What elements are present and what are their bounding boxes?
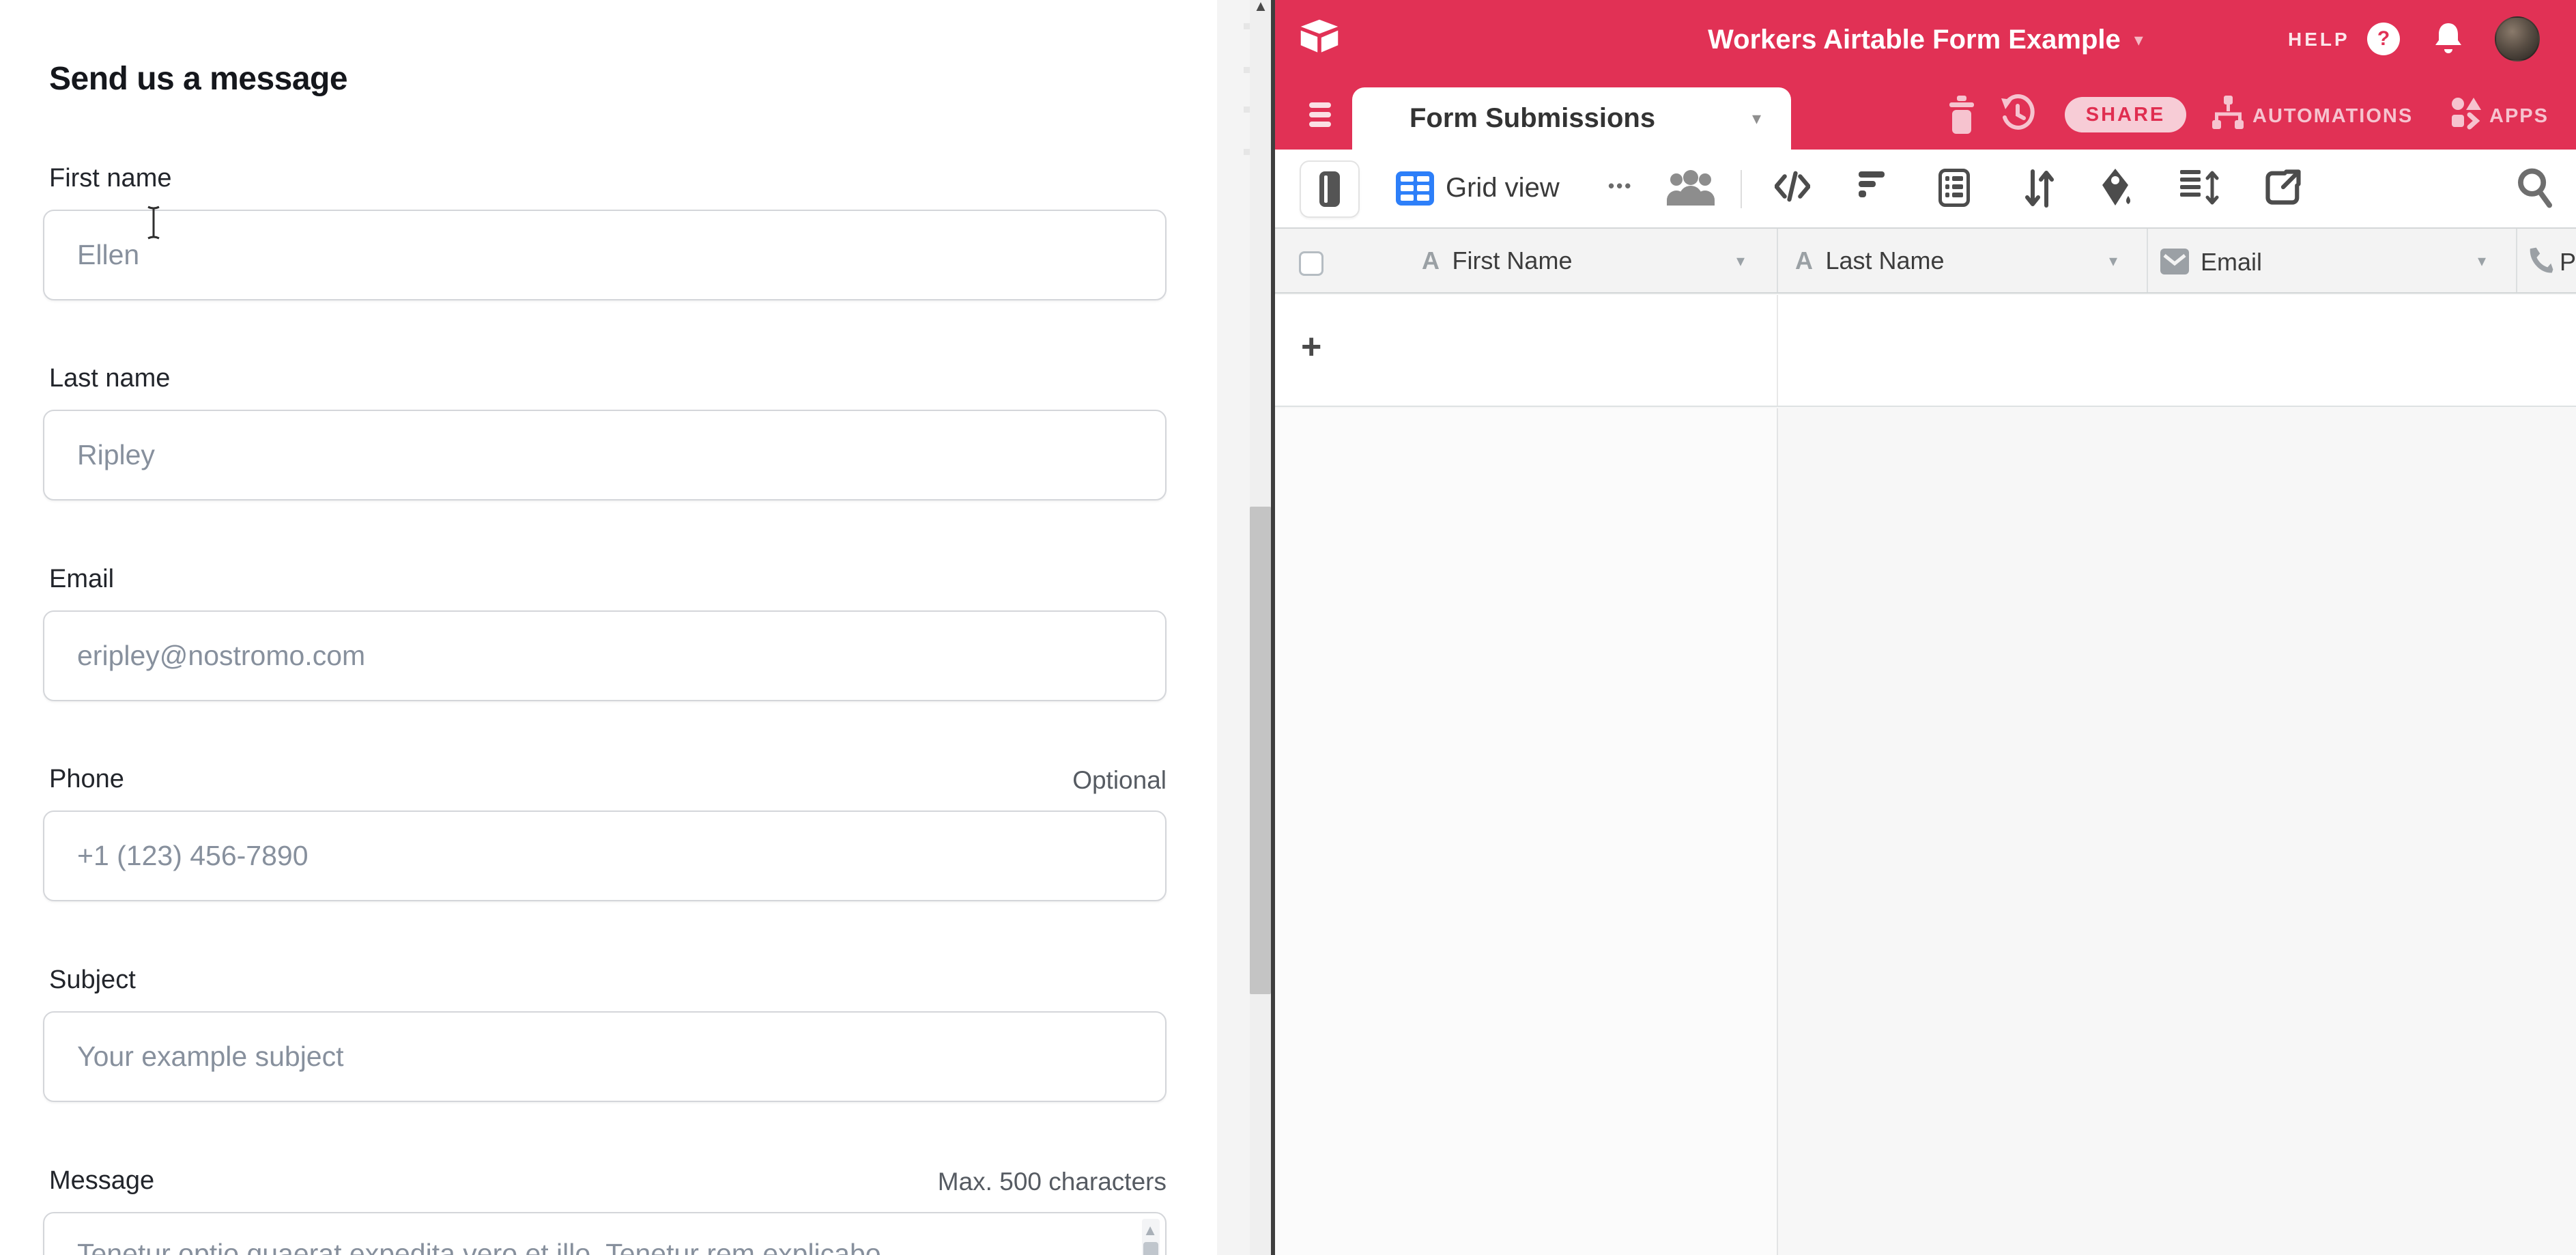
first-name-label: First name	[49, 164, 171, 193]
message-label: Message	[49, 1166, 154, 1196]
grid-header-row: A First Name ▾ A Last Name ▾ Email ▾ P	[1275, 227, 2576, 294]
airtable-logo-icon[interactable]	[1298, 16, 1341, 59]
chevron-down-icon[interactable]: ▾	[1736, 251, 1745, 271]
add-record-row[interactable]: +	[1275, 295, 2576, 407]
message-text: Tenetur optio quaerat expedita vero et i…	[77, 1234, 1101, 1255]
automations-button[interactable]: AUTOMATIONS	[2252, 105, 2413, 128]
chevron-down-icon: ▾	[1752, 108, 1761, 129]
help-question-icon[interactable]: ?	[2367, 23, 2400, 55]
add-record-plus-icon[interactable]: +	[1301, 329, 1321, 365]
column-divider[interactable]	[1777, 229, 1778, 292]
trash-icon[interactable]	[1947, 96, 1977, 134]
filter-icon[interactable]	[1859, 171, 1885, 201]
phone-optional-hint: Optional	[1072, 766, 1167, 795]
share-view-icon[interactable]	[2265, 169, 2302, 206]
first-name-input[interactable]	[43, 210, 1167, 300]
chevron-down-icon[interactable]: ▾	[2109, 251, 2117, 271]
last-name-label: Last name	[49, 364, 170, 393]
email-label: Email	[49, 565, 114, 594]
column-divider[interactable]	[2147, 229, 2148, 292]
ibeam-cursor-icon	[145, 205, 162, 240]
splitter-handle-dot	[1244, 107, 1250, 113]
airtable-topbar: Workers Airtable Form Example ▾ HELP ?	[1275, 0, 2576, 81]
sort-icon[interactable]	[2023, 169, 2056, 208]
chevron-down-icon[interactable]: ▾	[2478, 251, 2486, 271]
airtable-tab-row: Form Submissions ▾ SHARE	[1275, 81, 2576, 150]
tab-form-submissions[interactable]: Form Submissions ▾	[1352, 87, 1791, 150]
group-icon[interactable]	[1938, 169, 1970, 207]
notifications-bell-icon[interactable]	[2433, 22, 2463, 56]
phone-field[interactable]	[43, 810, 1167, 901]
text-field-type-icon: A	[1422, 246, 1440, 274]
history-icon[interactable]	[2000, 94, 2035, 134]
grid-empty-frozen-area	[1275, 408, 1777, 1255]
view-options-dots-icon[interactable]: •••	[1608, 175, 1633, 197]
scrollbar-up-arrow-icon[interactable]: ▲	[1253, 0, 1268, 15]
user-avatar[interactable]	[2495, 16, 2540, 61]
help-button[interactable]: HELP	[2288, 29, 2350, 51]
select-all-checkbox[interactable]	[1299, 251, 1323, 276]
base-title: Workers Airtable Form Example	[1708, 25, 2121, 55]
table-tab-label: Form Submissions	[1409, 103, 1655, 134]
email-field-type-icon	[2160, 249, 2189, 274]
page-title: Send us a message	[49, 60, 347, 98]
airtable-panel: Workers Airtable Form Example ▾ HELP ? F…	[1275, 0, 2576, 1255]
color-fill-icon[interactable]	[2101, 169, 2132, 208]
frozen-column-divider	[1777, 408, 1778, 1255]
column-header-first-name[interactable]: A First Name	[1422, 246, 1572, 275]
sidebar-panel-icon	[1319, 171, 1340, 207]
subject-label: Subject	[49, 965, 136, 995]
subject-field[interactable]	[43, 1011, 1167, 1102]
left-panel-scroll-thumb[interactable]	[1250, 507, 1271, 994]
row-height-icon[interactable]	[2180, 170, 2220, 206]
phone-label: Phone	[49, 765, 124, 794]
hamburger-menu-icon[interactable]	[1309, 102, 1331, 131]
share-label: SHARE	[2086, 104, 2166, 126]
share-button[interactable]: SHARE	[2065, 97, 2186, 132]
apps-icon[interactable]	[2451, 97, 2482, 130]
splitter-handle-dot	[1244, 149, 1250, 155]
chevron-down-icon: ▾	[2134, 29, 2143, 51]
grid-empty-area	[1275, 408, 2576, 1255]
toggle-sidebar-button[interactable]	[1300, 160, 1360, 218]
search-icon[interactable]	[2516, 167, 2554, 208]
splitter-handle-dot	[1244, 23, 1250, 29]
column-header-email[interactable]: Email	[2201, 248, 2262, 277]
email-field[interactable]	[43, 610, 1167, 701]
view-toolbar: Grid view •••	[1275, 150, 2576, 227]
phone-field-type-icon	[2527, 246, 2554, 274]
panel-splitter[interactable]	[1217, 0, 1250, 1255]
base-title-menu[interactable]: Workers Airtable Form Example ▾	[1708, 25, 2143, 55]
column-header-last-name[interactable]: A Last Name	[1795, 246, 1945, 275]
apps-button[interactable]: APPS	[2489, 105, 2549, 128]
last-name-input[interactable]	[43, 410, 1167, 500]
grid-view-icon	[1396, 171, 1434, 206]
message-maxchars-hint: Max. 500 characters	[938, 1168, 1167, 1196]
collaborators-icon[interactable]	[1665, 169, 1716, 210]
splitter-handle-dot	[1244, 67, 1250, 73]
message-scroll-thumb[interactable]	[1143, 1242, 1158, 1255]
text-field-type-icon: A	[1795, 246, 1813, 274]
message-textarea[interactable]: Tenetur optio quaerat expedita vero et i…	[43, 1212, 1167, 1255]
frozen-column-divider	[1777, 295, 1778, 406]
toolbar-divider	[1741, 170, 1742, 208]
view-name-button[interactable]: Grid view	[1446, 173, 1560, 203]
message-scroll-up-icon[interactable]: ▲	[1143, 1222, 1158, 1239]
hide-fields-icon[interactable]	[1775, 169, 1810, 204]
contact-form-panel: Send us a message First name Last name E…	[0, 0, 1217, 1255]
automations-icon[interactable]	[2212, 96, 2244, 131]
column-header-phone[interactable]: P	[2516, 229, 2576, 292]
